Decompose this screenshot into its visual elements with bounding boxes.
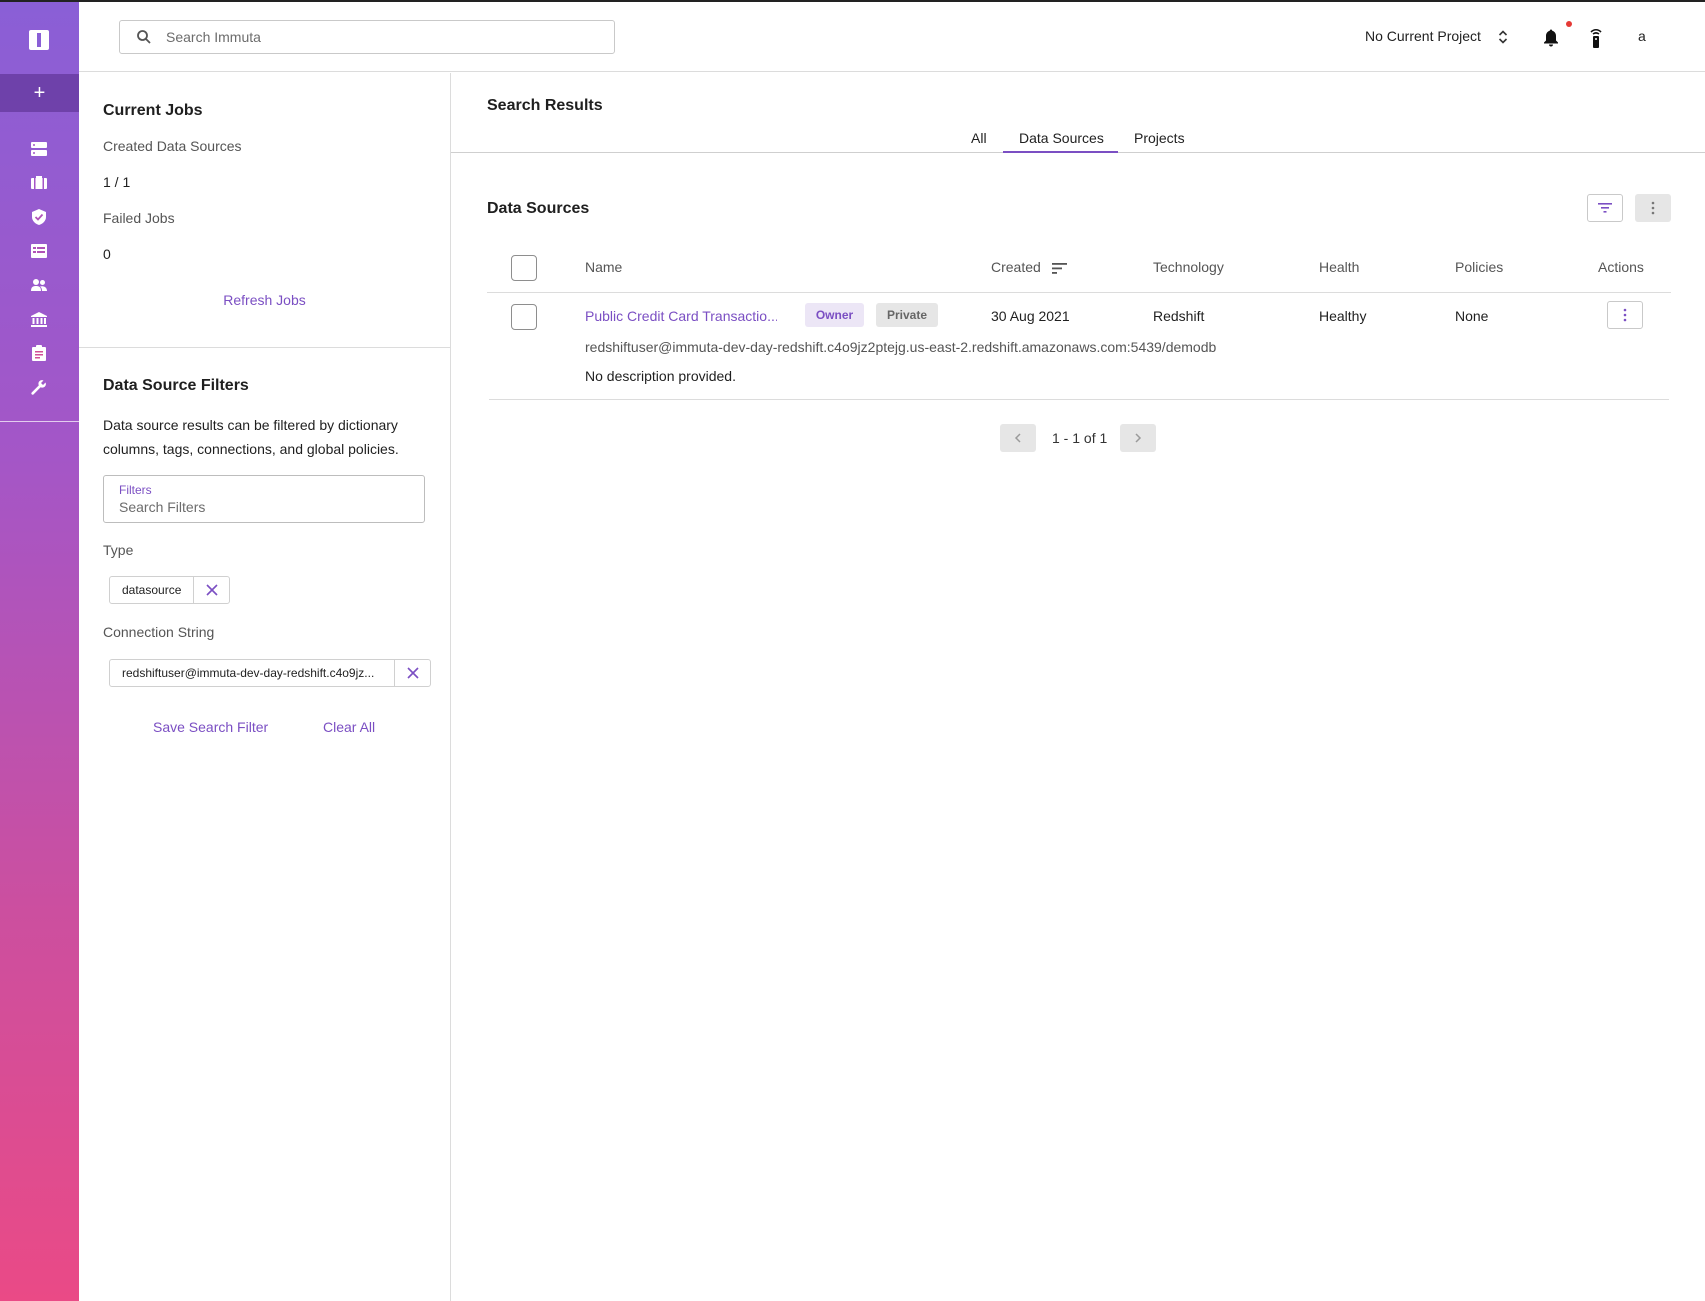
remove-connection-filter-button[interactable] <box>394 660 430 686</box>
column-header-created[interactable]: Created <box>991 259 1041 275</box>
more-vertical-icon <box>1651 201 1655 215</box>
current-jobs-title: Current Jobs <box>103 102 203 119</box>
type-chip-label: datasource <box>122 583 182 597</box>
policies-icon[interactable] <box>30 208 48 226</box>
close-icon <box>206 584 218 596</box>
immuta-logo[interactable] <box>29 30 49 50</box>
failed-jobs-label: Failed Jobs <box>103 210 175 226</box>
global-search[interactable] <box>119 20 615 54</box>
connection-string: redshiftuser@immuta-dev-day-redshift.c4o… <box>585 339 1217 355</box>
created-data-sources-value: 1 / 1 <box>103 174 131 190</box>
more-vertical-icon <box>1623 308 1627 322</box>
projects-icon[interactable] <box>30 174 48 192</box>
created-date: 30 Aug 2021 <box>991 308 1070 324</box>
refresh-jobs-button[interactable]: Refresh Jobs <box>79 292 450 308</box>
connection-chip-label: redshiftuser@immuta-dev-day-redshift.c4o… <box>122 666 375 680</box>
type-filter-chip: datasource <box>109 576 231 604</box>
connection-string-label: Connection String <box>103 624 215 640</box>
current-jobs-section: Current Jobs Created Data Sources 1 / 1 … <box>79 73 450 348</box>
filters-description: Data source results can be filtered by d… <box>103 413 399 461</box>
top-bar: No Current Project a <box>79 2 1705 72</box>
main-content: Search Results All Data Sources Projects… <box>451 73 1705 1301</box>
failed-jobs-value: 0 <box>103 246 111 262</box>
remote-icon[interactable] <box>1589 28 1603 48</box>
people-icon[interactable] <box>30 276 48 294</box>
select-all-checkbox[interactable] <box>511 255 537 281</box>
column-header-name[interactable]: Name <box>585 259 622 275</box>
filter-toggle-button[interactable] <box>1587 194 1623 222</box>
column-header-technology[interactable]: Technology <box>1153 259 1224 275</box>
data-source-name-link[interactable]: Public Credit Card Transactio... <box>585 308 777 324</box>
filters-description-line-1: Data source results can be filtered by d… <box>103 417 398 433</box>
chevron-right-icon <box>1135 433 1142 443</box>
table-header-divider <box>487 292 1671 293</box>
type-label: Type <box>103 542 134 558</box>
filters-field-label: Filters <box>119 483 152 497</box>
data-sources-icon[interactable] <box>30 140 48 158</box>
created-data-sources-label: Created Data Sources <box>103 138 242 154</box>
owner-badge: Owner <box>805 303 864 327</box>
governance-icon[interactable] <box>30 310 48 328</box>
left-nav-rail: + <box>0 2 79 1301</box>
close-icon <box>407 667 419 679</box>
add-button[interactable]: + <box>0 74 79 112</box>
sort-icon[interactable] <box>1052 263 1067 274</box>
column-header-policies[interactable]: Policies <box>1455 259 1503 275</box>
chevron-up-down-icon[interactable] <box>1497 28 1509 46</box>
search-filters-input[interactable] <box>119 499 409 515</box>
filters-field[interactable]: Filters <box>103 475 425 523</box>
current-project-selector[interactable]: No Current Project <box>1365 28 1481 44</box>
policies-value: None <box>1455 308 1489 324</box>
next-page-button[interactable] <box>1120 424 1156 452</box>
search-input[interactable] <box>166 29 586 45</box>
column-header-health[interactable]: Health <box>1319 259 1359 275</box>
data-sources-section-title: Data Sources <box>487 200 590 217</box>
active-tab-indicator <box>1003 151 1118 153</box>
search-results-title: Search Results <box>487 97 603 114</box>
audit-icon[interactable] <box>30 344 48 362</box>
tab-projects[interactable]: Projects <box>1134 130 1185 146</box>
row-checkbox[interactable] <box>511 304 537 330</box>
technology-value: Redshift <box>1153 308 1205 324</box>
row-actions-button[interactable] <box>1607 301 1643 329</box>
tab-all[interactable]: All <box>971 130 987 146</box>
left-panel: Current Jobs Created Data Sources 1 / 1 … <box>79 73 451 1301</box>
results-tabs: Search Results All Data Sources Projects <box>451 73 1705 153</box>
query-editor-icon[interactable] <box>30 242 48 260</box>
notification-badge <box>1566 21 1572 27</box>
filter-icon <box>1598 203 1612 213</box>
data-source-filters-title: Data Source Filters <box>103 377 249 394</box>
tab-data-sources[interactable]: Data Sources <box>1019 130 1104 146</box>
user-menu[interactable]: a <box>1638 28 1646 44</box>
rail-divider <box>0 421 79 422</box>
notifications-icon[interactable] <box>1543 29 1559 47</box>
clear-all-button[interactable]: Clear All <box>323 719 375 735</box>
save-search-filter-button[interactable]: Save Search Filter <box>153 719 268 735</box>
filters-description-line-2: columns, tags, connections, and global p… <box>103 441 399 457</box>
connection-filter-chip: redshiftuser@immuta-dev-day-redshift.c4o… <box>109 659 431 687</box>
pagination-label: 1 - 1 of 1 <box>1052 430 1108 446</box>
chevron-left-icon <box>1014 433 1021 443</box>
private-badge: Private <box>876 303 938 327</box>
column-header-actions: Actions <box>1598 259 1644 275</box>
health-value: Healthy <box>1319 308 1367 324</box>
app-settings-icon[interactable] <box>30 378 48 396</box>
table-row-divider <box>489 399 1669 400</box>
remove-type-filter-button[interactable] <box>193 577 229 603</box>
search-icon <box>137 30 151 44</box>
description-text: No description provided. <box>585 368 736 384</box>
section-more-button[interactable] <box>1635 194 1671 222</box>
previous-page-button[interactable] <box>1000 424 1036 452</box>
